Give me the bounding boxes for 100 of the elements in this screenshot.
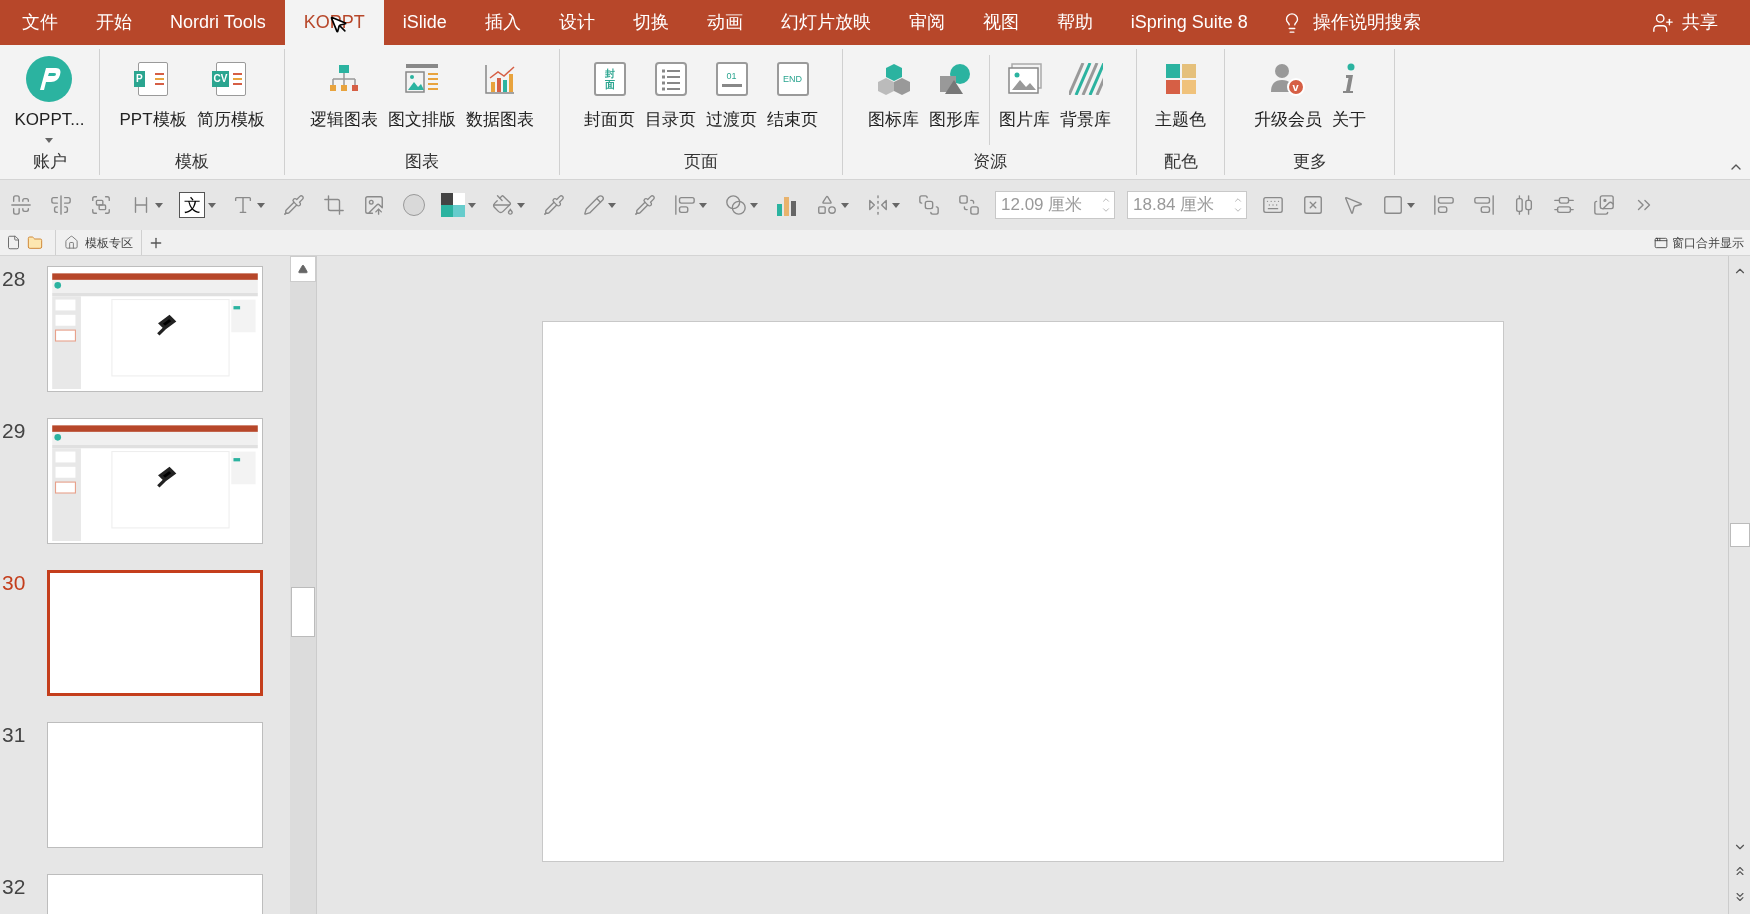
spin-down-icon[interactable] <box>1101 205 1111 215</box>
ribbon-tab[interactable]: Nordri Tools <box>151 0 285 45</box>
group-label: 配色 <box>1162 151 1199 173</box>
ribbon-tab[interactable]: iSpring Suite 8 <box>1111 0 1267 45</box>
align-left-icon[interactable] <box>1433 194 1455 216</box>
ribbon-tab[interactable]: 文件 <box>3 0 77 45</box>
info-icon <box>1340 63 1357 95</box>
new-file-icon[interactable] <box>6 235 21 250</box>
ribbon-button[interactable]: 逻辑图表 <box>307 51 381 149</box>
ribbon-button[interactable]: 背景库 <box>1057 51 1114 149</box>
ribbon-button[interactable]: 主题色 <box>1152 51 1209 149</box>
icon-label: 封面 <box>604 68 615 90</box>
ribbon-tab[interactable]: 视图 <box>963 0 1038 45</box>
layout-icon <box>404 62 440 96</box>
flip-icon[interactable] <box>867 194 889 216</box>
slide-number: 31 <box>2 722 27 745</box>
slide-thumbnail[interactable] <box>47 722 263 848</box>
eyedropper-icon[interactable] <box>283 194 305 216</box>
ribbon-tab[interactable]: 切换 <box>613 0 688 45</box>
icon-label: 01 <box>726 71 737 81</box>
align-right-icon[interactable] <box>1473 194 1495 216</box>
eyedropper-icon[interactable] <box>634 194 656 216</box>
slide-thumbnail[interactable] <box>47 570 263 696</box>
ribbon-button[interactable]: v 升级会员 <box>1250 51 1325 149</box>
icon-label: P <box>136 74 143 84</box>
caret-icon <box>608 202 616 208</box>
paint-bucket-icon[interactable] <box>492 194 514 216</box>
logo-icon <box>26 56 73 102</box>
caret-icon <box>155 202 163 208</box>
ribbon-button[interactable]: 目录页 <box>642 51 699 149</box>
editor-scrollbar[interactable] <box>1728 256 1750 914</box>
ribbon-tab[interactable]: 幻灯片放映 <box>761 0 890 45</box>
frame-icon[interactable] <box>1382 194 1404 216</box>
palette-icon <box>1165 64 1196 94</box>
list-page-icon <box>654 62 687 96</box>
send-backward-icon[interactable] <box>958 194 980 216</box>
ribbon-tab[interactable]: 动画 <box>687 0 762 45</box>
align-middle-icon[interactable] <box>50 194 72 216</box>
ribbon-button[interactable]: 数据图表 <box>463 51 537 149</box>
ribbon-button[interactable]: END 结束页 <box>764 51 821 149</box>
ribbon-button[interactable]: 图文排版 <box>385 51 459 149</box>
ribbon-tab[interactable]: 设计 <box>539 0 614 45</box>
keyboard-icon[interactable] <box>1262 194 1284 216</box>
ribbon-tab[interactable]: 审阅 <box>889 0 964 45</box>
group-icon[interactable] <box>90 194 112 216</box>
distribute-horizontal-icon[interactable] <box>1513 194 1535 216</box>
group-label: 资源 <box>971 151 1008 173</box>
align-center-icon[interactable] <box>10 194 32 216</box>
eyedropper-icon[interactable] <box>543 194 565 216</box>
folder-icon[interactable] <box>27 234 43 251</box>
ribbon-button[interactable]: CV 简历模板 <box>193 51 268 149</box>
share-button[interactable]: 共享 <box>1652 0 1718 45</box>
ribbon-tab[interactable]: 插入 <box>465 0 540 45</box>
images-icon[interactable] <box>1593 194 1615 216</box>
caret-icon <box>208 202 216 208</box>
thumbnail-scrollbar[interactable] <box>290 256 316 914</box>
slide-number: 32 <box>2 874 27 897</box>
cubes-icon <box>876 62 911 96</box>
select-icon[interactable] <box>1342 194 1364 216</box>
spin-up-icon[interactable] <box>1101 195 1111 205</box>
merge-windows-button[interactable]: 窗口合并显示 <box>1654 233 1744 252</box>
ribbon-tab[interactable]: iSlide <box>383 0 466 45</box>
document-tab[interactable]: 模板专区 <box>55 230 142 255</box>
caret-icon <box>841 202 849 208</box>
ribbon-button[interactable]: 封面 封面页 <box>581 51 638 149</box>
ribbon-button[interactable]: KOPPT... <box>11 51 88 149</box>
ribbon-button[interactable]: 关于 <box>1328 51 1369 149</box>
ribbon-button[interactable]: 01 过渡页 <box>703 51 760 149</box>
tell-me-search[interactable]: 操作说明搜索 <box>1280 0 1421 45</box>
spin-up-icon[interactable] <box>1233 195 1243 205</box>
caret-icon <box>1407 202 1415 208</box>
ribbon-button[interactable]: 图形库 <box>926 51 983 149</box>
ribbon-tab[interactable]: 开始 <box>77 0 151 45</box>
bring-forward-icon[interactable] <box>918 194 940 216</box>
bar-chart-icon <box>483 62 517 96</box>
font-icon[interactable] <box>232 194 254 216</box>
spin-down-icon[interactable] <box>1233 205 1243 215</box>
fill-color-icon[interactable] <box>441 193 465 217</box>
blend-icon[interactable] <box>725 194 747 216</box>
scroll-thumb[interactable] <box>1729 523 1750 547</box>
ribbon-button[interactable]: 图标库 <box>865 51 922 149</box>
pencil-icon[interactable] <box>583 194 605 216</box>
delete-box-icon[interactable] <box>1302 194 1324 216</box>
slide-number: 30 <box>2 570 27 593</box>
image-icon <box>1007 63 1042 95</box>
scroll-up-icon[interactable] <box>298 264 308 274</box>
distribute-vertical-icon[interactable] <box>1553 194 1575 216</box>
bar-chart-icon[interactable] <box>776 194 798 216</box>
user-plus-icon <box>1652 11 1674 34</box>
shapes-icon[interactable] <box>816 194 838 216</box>
scroll-thumb[interactable] <box>291 587 315 637</box>
align-left-icon[interactable] <box>674 194 696 216</box>
ribbon-button[interactable]: 图片库 <box>996 51 1053 149</box>
text-direction-button[interactable]: 文 <box>179 192 205 218</box>
group-label: 图表 <box>404 151 440 173</box>
ribbon-button[interactable]: P PPT模板 <box>116 51 190 149</box>
ribbon-tab[interactable]: 帮助 <box>1037 0 1112 45</box>
crop-icon[interactable] <box>323 194 345 216</box>
icon-label: CV <box>213 74 228 84</box>
image-icon[interactable] <box>363 194 385 216</box>
